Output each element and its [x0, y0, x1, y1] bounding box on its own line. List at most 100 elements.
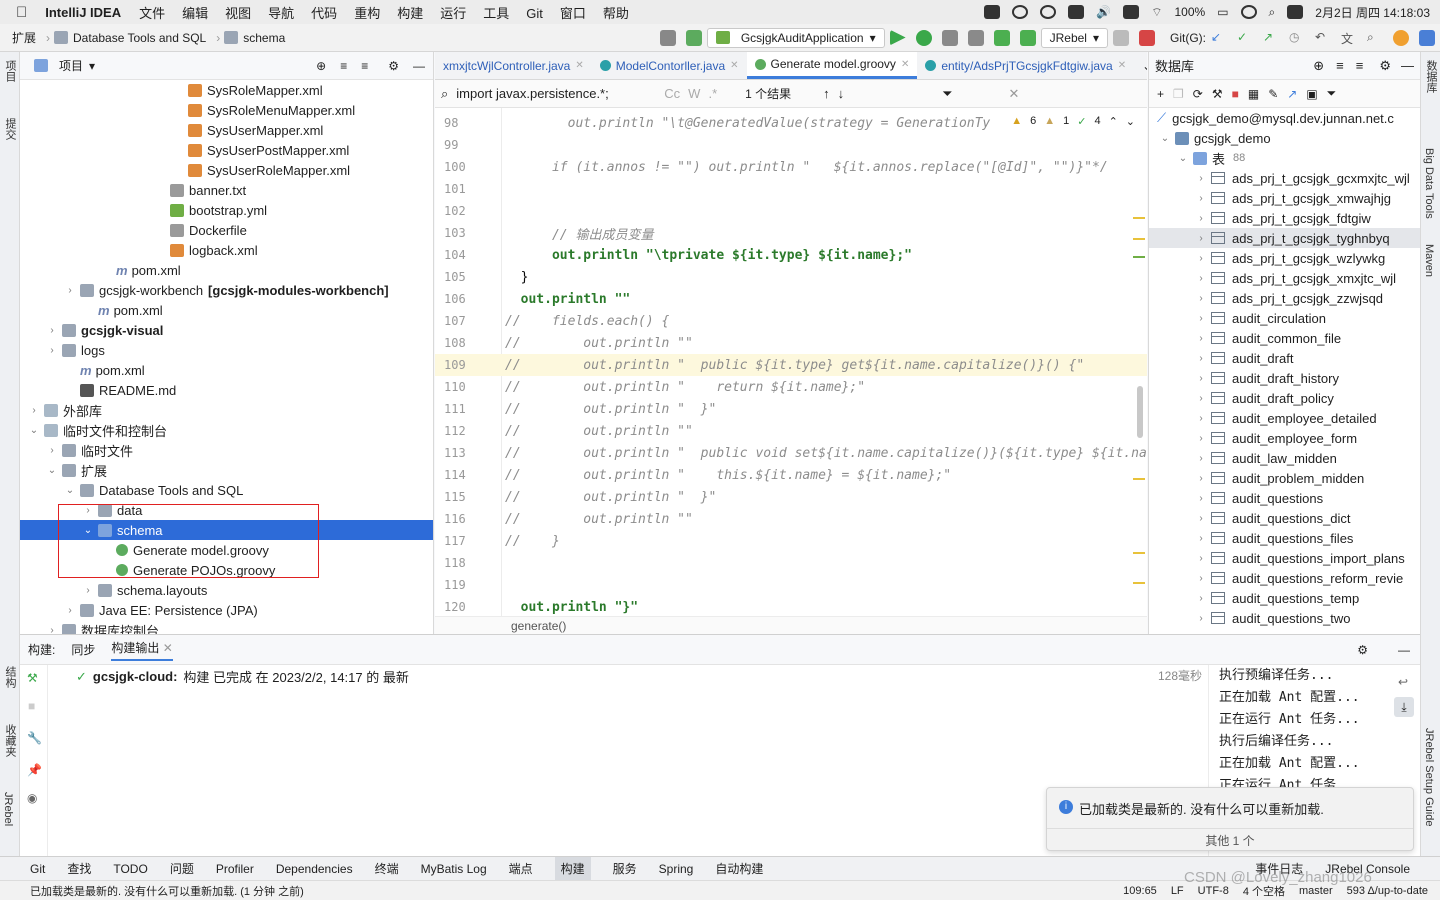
hide-icon[interactable]: —	[1401, 58, 1414, 73]
tree-node[interactable]: SysRoleMenuMapper.xml	[20, 100, 433, 120]
close-icon[interactable]: ✕	[1118, 60, 1126, 71]
menu-3[interactable]: 导航	[268, 6, 294, 21]
close-icon[interactable]: ✕	[163, 641, 173, 655]
build-hammer-icon[interactable]: ⚒	[27, 671, 38, 685]
scroll-to-end-icon[interactable]: ⤓	[1394, 697, 1414, 717]
commit-strip-tab[interactable]: 提交	[2, 118, 18, 140]
hide-icon[interactable]: —	[413, 59, 425, 73]
chevron-icon[interactable]: ›	[1195, 333, 1207, 344]
tree-node[interactable]: m pom.xml	[20, 300, 433, 320]
wrench-icon[interactable]: 🔧	[27, 731, 42, 745]
user-icon[interactable]	[659, 29, 676, 46]
tree-node[interactable]: Generate model.groovy	[20, 540, 433, 560]
chevron-icon[interactable]: ›	[46, 325, 58, 336]
close-icon[interactable]: ✕	[730, 60, 738, 71]
chevron-icon[interactable]: ›	[46, 625, 58, 635]
table-node[interactable]: › audit_problem_midden	[1149, 468, 1420, 488]
menu-1[interactable]: 编辑	[182, 6, 208, 21]
app-name-menu[interactable]: IntelliJ IDEA	[45, 5, 121, 20]
volume-icon[interactable]: 🔊	[1096, 5, 1111, 19]
code-line[interactable]: 102	[435, 200, 1147, 222]
table-node[interactable]: › audit_questions_reform_revie	[1149, 568, 1420, 588]
tool-window-4[interactable]: Profiler	[216, 862, 254, 876]
sync-icon[interactable]: ⚒	[1212, 87, 1223, 101]
menu-5[interactable]: 重构	[354, 6, 380, 21]
status-message[interactable]: 已加载类是最新的. 没有什么可以重新加载. (1 分钟 之前)	[30, 883, 304, 899]
tree-node[interactable]: SysUserPostMapper.xml	[20, 140, 433, 160]
tray-app-icon[interactable]	[984, 5, 1001, 19]
tree-node[interactable]: README.md	[20, 380, 433, 400]
table-node[interactable]: › ads_prj_t_gcsjgk_tyghnbyq	[1149, 228, 1420, 248]
chevron-icon[interactable]: ›	[1195, 233, 1207, 244]
update-icon[interactable]	[1393, 29, 1409, 46]
filter-icon[interactable]: ⏷	[942, 86, 952, 102]
console-icon[interactable]: ▣	[1306, 87, 1317, 101]
search-icon[interactable]: ⌕	[1269, 5, 1276, 20]
menu-7[interactable]: 运行	[440, 6, 466, 21]
table-view-icon[interactable]: ▦	[1248, 87, 1259, 101]
chevron-icon[interactable]: ›	[1195, 573, 1207, 584]
word-toggle[interactable]: W	[688, 86, 700, 101]
chevron-icon[interactable]: ›	[1195, 533, 1207, 544]
chevron-icon[interactable]: ›	[82, 585, 94, 596]
table-node[interactable]: › ads_prj_t_gcsjgk_zzwjsqd	[1149, 288, 1420, 308]
chevron-down-icon[interactable]: ▾	[89, 59, 95, 73]
edit-icon[interactable]: ✎	[1268, 87, 1278, 101]
code-line[interactable]: 111 // out.println " }"	[435, 398, 1147, 420]
table-node[interactable]: › audit_questions_temp	[1149, 588, 1420, 608]
copy-icon[interactable]: ❐	[1173, 87, 1184, 101]
gear-icon[interactable]: ⚙	[388, 59, 399, 73]
chevron-icon[interactable]: ›	[1195, 253, 1207, 264]
nav-crumb-extensions[interactable]: 扩展	[12, 29, 36, 46]
tabs-overflow-icon[interactable]: ⌄	[1134, 59, 1147, 79]
table-node[interactable]: › audit_draft_policy	[1149, 388, 1420, 408]
git-update-icon[interactable]: ↙	[1211, 30, 1227, 46]
menu-11[interactable]: 帮助	[603, 6, 629, 21]
connection-node[interactable]: ⟋ gcsjgk_demo@mysql.dev.junnan.net.c	[1149, 108, 1420, 128]
table-node[interactable]: › audit_employee_form	[1149, 428, 1420, 448]
code-line[interactable]: 120 out.println "}"	[435, 596, 1147, 618]
tool-window-0[interactable]: Git	[30, 862, 45, 876]
chevron-icon[interactable]: ›	[1195, 593, 1207, 604]
close-icon[interactable]: ✕	[901, 59, 909, 70]
jrebel-run-icon[interactable]	[993, 29, 1010, 46]
tree-node[interactable]: bootstrap.yml	[20, 200, 433, 220]
case-toggle[interactable]: Cc	[664, 86, 680, 101]
code-line[interactable]: 108 // out.println ""	[435, 332, 1147, 354]
chevron-icon[interactable]: ›	[46, 345, 58, 356]
regex-toggle[interactable]: .*	[708, 86, 717, 101]
chevron-icon[interactable]: ›	[1195, 173, 1207, 184]
shield-icon[interactable]	[1068, 5, 1085, 19]
code-line[interactable]: 103 // 输出成员变量	[435, 222, 1147, 244]
run-config-select[interactable]: GcsjgkAuditApplication ▾	[706, 27, 885, 48]
tables-node[interactable]: ⌄ 表 88	[1149, 148, 1420, 168]
tab-sync[interactable]: 同步	[71, 641, 95, 658]
nav-crumb-database-tools[interactable]: Database Tools and SQL	[73, 31, 206, 45]
user-icon[interactable]	[1240, 5, 1257, 19]
soft-wrap-icon[interactable]: ↩	[1398, 675, 1408, 689]
code-line[interactable]: 118	[435, 552, 1147, 574]
editor-tab[interactable]: xmxjtcWjlController.java ✕	[435, 52, 592, 79]
add-icon[interactable]: +	[1157, 87, 1164, 101]
schema-node[interactable]: ⌄ gcsjgk_demo	[1149, 128, 1420, 148]
collapse-all-icon[interactable]: ≡	[361, 59, 368, 73]
tool-window-9[interactable]: 构建	[554, 857, 591, 880]
favorites-strip-tab[interactable]: 收藏夹	[2, 724, 18, 757]
tree-node[interactable]: Generate POJOs.groovy	[20, 560, 433, 580]
tool-window-8[interactable]: 端点	[509, 860, 533, 877]
big-data-tools-strip-tab[interactable]: Big Data Tools	[1423, 148, 1435, 219]
tree-node[interactable]: › logs	[20, 340, 433, 360]
next-occurrence-icon[interactable]: ↓	[838, 86, 845, 101]
chevron-icon[interactable]: ›	[1195, 513, 1207, 524]
stop-icon[interactable]: ■	[1232, 87, 1239, 101]
tool-window-5[interactable]: Dependencies	[276, 862, 353, 876]
chevron-icon[interactable]: ›	[1195, 453, 1207, 464]
menu-10[interactable]: 窗口	[560, 6, 586, 21]
git-branch[interactable]: master	[1299, 885, 1333, 897]
line-separator[interactable]: LF	[1171, 885, 1184, 897]
table-node[interactable]: › ads_prj_t_gcsjgk_xmwajhjg	[1149, 188, 1420, 208]
chevron-icon[interactable]: ›	[1195, 413, 1207, 424]
build-hammer-icon[interactable]	[685, 29, 702, 46]
chevron-icon[interactable]: ›	[82, 505, 94, 516]
table-node[interactable]: › ads_prj_t_gcsjgk_xmxjtc_wjl	[1149, 268, 1420, 288]
